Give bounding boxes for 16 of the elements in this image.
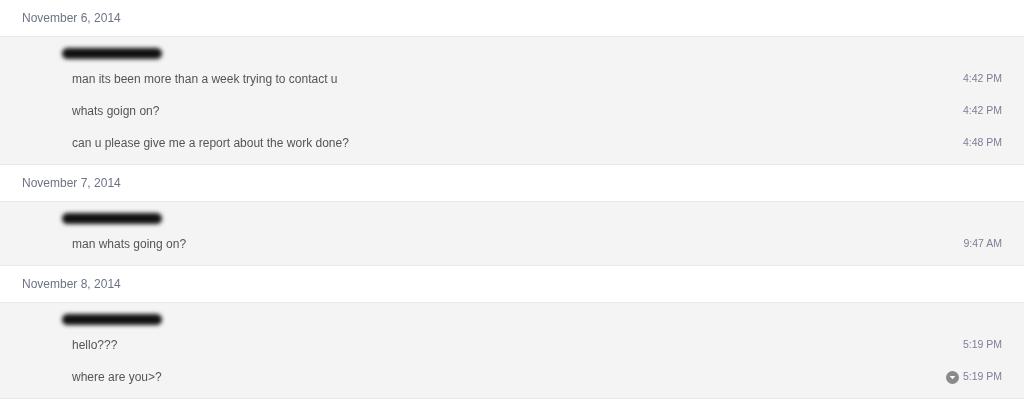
message-text: where are you>? xyxy=(72,369,162,386)
dropdown-icon[interactable] xyxy=(945,370,959,384)
date-header: November 7, 2014 xyxy=(22,175,121,192)
message-text: man its been more than a week trying to contact u xyxy=(72,71,338,88)
message-time: 5:19 PM xyxy=(962,369,1002,385)
message-text: man whats going on? xyxy=(72,236,187,253)
message-text: whats goign on? xyxy=(72,103,160,120)
message-time: 5:19 PM xyxy=(962,337,1002,353)
date-header: November 8, 2014 xyxy=(22,276,121,293)
message-time: 9:47 AM xyxy=(963,236,1002,252)
message-time: 4:42 PM xyxy=(962,103,1002,119)
message-text: can u please give me a report about the work done? xyxy=(72,135,349,152)
message-time: 4:48 PM xyxy=(962,135,1002,151)
message-text: hello??? xyxy=(72,337,118,354)
message-time: 4:42 PM xyxy=(962,71,1002,87)
date-header: November 6, 2014 xyxy=(22,10,121,27)
